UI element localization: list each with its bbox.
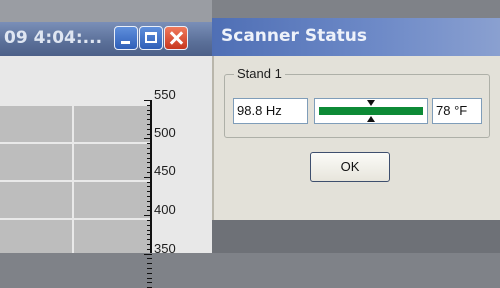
axis-tick <box>147 239 152 241</box>
axis-tick <box>144 253 152 255</box>
maximize-icon <box>145 32 157 43</box>
gridline <box>72 106 74 253</box>
desktop-area <box>212 220 500 253</box>
group-label: Stand 1 <box>234 66 285 81</box>
axis-tick <box>147 282 152 284</box>
minimize-icon <box>121 41 130 44</box>
axis-tick <box>147 268 152 269</box>
background-window-titlebar[interactable]: 09 4:04:... <box>0 22 212 56</box>
gridline <box>0 218 150 220</box>
axis-tick <box>147 272 152 274</box>
axis-tick <box>147 234 152 236</box>
y-tick-label: 350 <box>154 241 176 256</box>
frequency-field: 98.8 Hz <box>233 98 308 124</box>
axis-tick <box>147 191 152 193</box>
axis-tick <box>147 133 152 135</box>
ok-button[interactable]: OK <box>310 152 390 182</box>
axis-tick <box>147 205 152 207</box>
axis-tick <box>147 128 152 130</box>
dialog-titlebar[interactable]: Scanner Status <box>212 18 500 56</box>
axis-tick <box>147 114 152 116</box>
axis-tick <box>147 157 152 159</box>
axis-tick <box>147 104 152 106</box>
axis-tick <box>147 143 152 145</box>
axis-tick <box>147 172 152 173</box>
close-button[interactable] <box>164 26 188 50</box>
y-tick-label: 450 <box>154 163 176 178</box>
indicator-marker-bottom-icon <box>367 116 375 122</box>
indicator-fill <box>319 107 423 115</box>
axis-tick <box>147 229 152 231</box>
axis-tick <box>147 119 152 121</box>
y-tick-label: 400 <box>154 202 176 217</box>
dialog-title: Scanner Status <box>221 26 368 46</box>
axis-tick <box>147 152 152 154</box>
axis-tick <box>147 210 152 212</box>
plot-area <box>0 106 150 253</box>
gridline <box>0 142 150 144</box>
dialog-body: Stand 1 98.8 Hz 78 °F OK <box>212 56 500 220</box>
axis-tick <box>147 167 152 169</box>
axis-tick <box>147 220 152 221</box>
axis-tick <box>147 181 152 183</box>
status-indicator-bar <box>314 98 428 124</box>
axis-tick <box>147 263 152 265</box>
y-tick-label: 500 <box>154 125 176 140</box>
axis-tick <box>144 215 152 217</box>
axis-tick <box>147 258 152 260</box>
axis-tick <box>144 100 152 101</box>
y-tick-label: 550 <box>154 87 176 102</box>
stand-groupbox: Stand 1 98.8 Hz 78 °F <box>224 66 490 138</box>
indicator-marker-top-icon <box>367 100 375 106</box>
chart-panel: 550 500 450 400 350 <box>0 56 212 288</box>
axis-tick <box>144 176 152 178</box>
axis-tick <box>147 109 152 111</box>
background-window-title: 09 4:04:... <box>4 28 103 48</box>
axis-tick <box>147 277 152 279</box>
axis-tick <box>147 162 152 164</box>
axis-tick <box>144 138 152 140</box>
axis-tick <box>147 244 152 245</box>
axis-tick <box>147 148 152 149</box>
temperature-field: 78 °F <box>432 98 482 124</box>
axis-tick <box>147 196 152 197</box>
minimize-button[interactable] <box>114 26 138 50</box>
axis-tick <box>147 124 152 125</box>
axis-tick <box>147 200 152 202</box>
scanner-status-dialog: Scanner Status Stand 1 98.8 Hz 78 °F OK <box>212 18 500 220</box>
maximize-button[interactable] <box>139 26 163 50</box>
axis-tick <box>147 248 152 250</box>
gridline <box>0 180 150 182</box>
background-window: 09 4:04:... 550 500 450 400 350 <box>0 0 212 288</box>
axis-tick <box>147 186 152 188</box>
axis-tick <box>147 224 152 226</box>
